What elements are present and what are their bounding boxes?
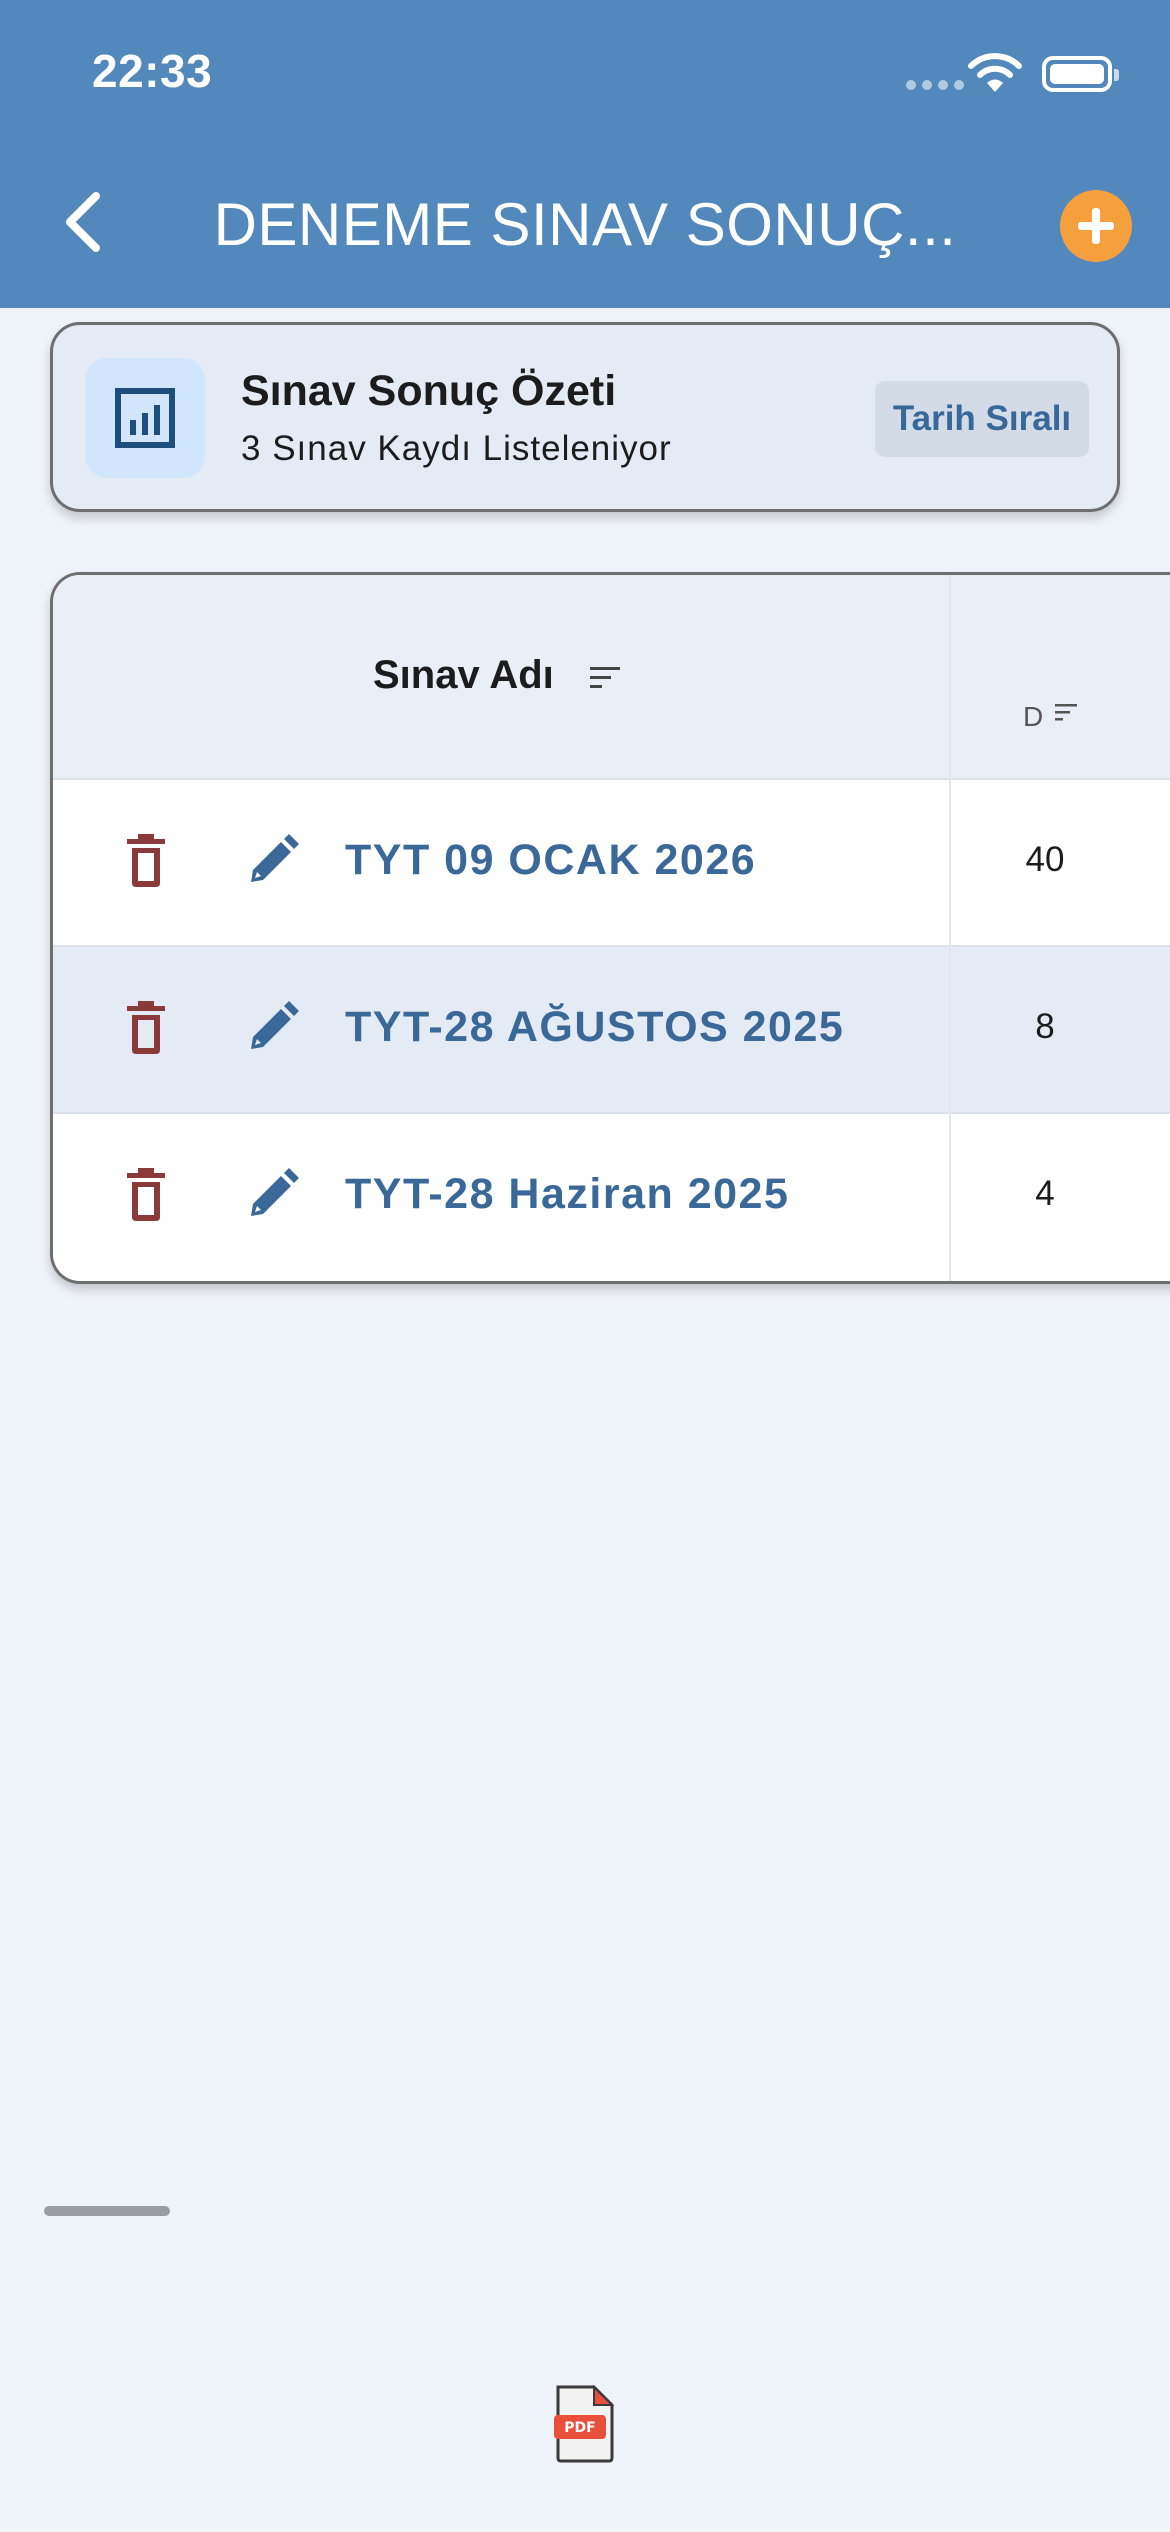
add-result-button[interactable] bbox=[1060, 190, 1132, 262]
exam-name-link[interactable]: TYT-28 AĞUSTOS 2025 bbox=[345, 1003, 844, 1052]
summary-card: Sınav Sonuç Özeti 3 Sınav Kaydı Listelen… bbox=[50, 322, 1120, 512]
delete-icon[interactable] bbox=[123, 1167, 169, 1223]
sort-icon[interactable] bbox=[1055, 703, 1079, 723]
column-header-exam-name[interactable]: Sınav Adı bbox=[373, 653, 554, 698]
svg-text:PDF: PDF bbox=[564, 2420, 595, 2436]
horizontal-scrollbar[interactable] bbox=[44, 2206, 170, 2216]
results-table: Sınav Adı D TYT 09 OCAK 2026 40 TYT-28 A… bbox=[50, 572, 1170, 1284]
chevron-left-icon bbox=[66, 192, 100, 252]
column-header-d[interactable]: D bbox=[1023, 701, 1043, 733]
exam-name-link[interactable]: TYT 09 OCAK 2026 bbox=[345, 836, 756, 885]
edit-icon[interactable] bbox=[245, 832, 301, 888]
column-divider bbox=[949, 575, 951, 1281]
wifi-icon bbox=[968, 53, 1022, 92]
signal-icon bbox=[906, 80, 964, 90]
summary-subtitle: 3 Sınav Kaydı Listeleniyor bbox=[241, 429, 672, 468]
export-pdf-button[interactable]: PDF bbox=[552, 2384, 616, 2464]
table-header: Sınav Adı D bbox=[53, 575, 1170, 780]
delete-icon[interactable] bbox=[123, 833, 169, 889]
sort-icon[interactable] bbox=[590, 665, 622, 691]
status-time: 22:33 bbox=[92, 45, 213, 97]
sort-by-date-chip[interactable]: Tarih Sıralı bbox=[875, 381, 1089, 457]
d-value: 4 bbox=[1035, 1174, 1055, 1213]
back-button[interactable] bbox=[56, 186, 112, 258]
bar-chart-icon bbox=[85, 358, 205, 478]
d-value: 40 bbox=[1025, 840, 1065, 879]
exam-name-link[interactable]: TYT-28 Haziran 2025 bbox=[345, 1170, 789, 1219]
summary-title: Sınav Sonuç Özeti bbox=[241, 367, 617, 415]
d-value: 8 bbox=[1035, 1007, 1055, 1046]
table-row: TYT 09 OCAK 2026 40 bbox=[53, 780, 1170, 947]
delete-icon[interactable] bbox=[123, 1000, 169, 1056]
edit-icon[interactable] bbox=[245, 1166, 301, 1222]
pdf-file-icon: PDF bbox=[554, 2384, 615, 2463]
app-bar: 22:33 DENEME SINAV SONUÇ... bbox=[0, 0, 1170, 308]
table-row: TYT-28 Haziran 2025 4 bbox=[53, 1114, 1170, 1281]
page-title: DENEME SINAV SONUÇ... bbox=[213, 191, 957, 258]
status-indicators bbox=[900, 50, 1120, 100]
table-row: TYT-28 AĞUSTOS 2025 8 bbox=[53, 947, 1170, 1114]
battery-icon bbox=[1042, 56, 1119, 92]
edit-icon[interactable] bbox=[245, 999, 301, 1055]
